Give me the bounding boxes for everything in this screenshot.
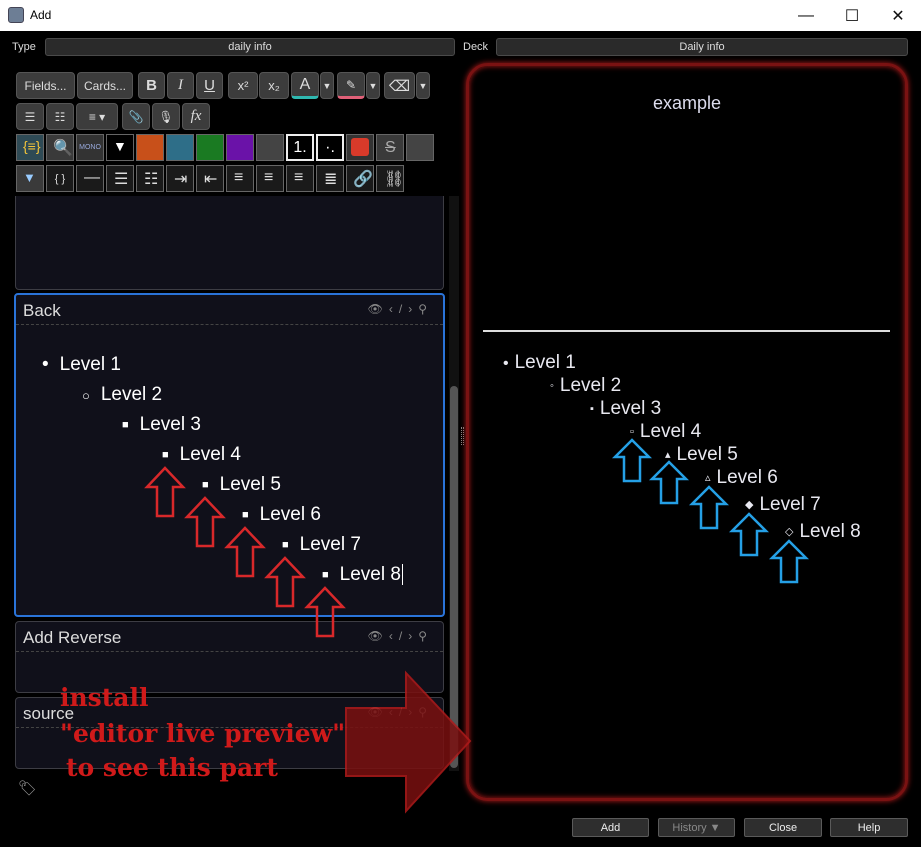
window-title: Add (30, 8, 52, 22)
big-red-arrow-right-icon (345, 670, 472, 814)
blue-arrow-up-icon (728, 512, 770, 557)
minimize-button[interactable]: — (783, 0, 829, 31)
close-button[interactable]: Close (744, 818, 822, 837)
red-arrow-up-icon (304, 586, 346, 638)
help-button[interactable]: Help (830, 818, 908, 837)
add-button[interactable]: Add (572, 818, 649, 837)
annotation-line-3: to see this part (66, 753, 278, 782)
red-arrow-up-icon (224, 526, 266, 578)
history-button[interactable]: History ▼ (658, 818, 735, 837)
red-arrow-up-icon (184, 496, 226, 548)
app-icon (8, 7, 24, 23)
annotation-line-2: "editor live preview" (60, 719, 346, 748)
title-bar: Add — ☐ ✕ (0, 0, 921, 31)
red-arrow-up-icon (264, 556, 306, 608)
close-window-button[interactable]: ✕ (875, 0, 921, 31)
blue-arrow-up-icon (688, 485, 730, 530)
annotation-line-1: install (60, 683, 149, 712)
red-arrow-up-icon (144, 466, 186, 518)
main-area: Type daily info Deck Daily info Fields..… (0, 31, 921, 847)
blue-arrow-up-icon (611, 438, 653, 483)
maximize-button[interactable]: ☐ (829, 0, 875, 31)
blue-arrow-up-icon (768, 539, 810, 584)
blue-arrow-up-icon (648, 460, 690, 505)
